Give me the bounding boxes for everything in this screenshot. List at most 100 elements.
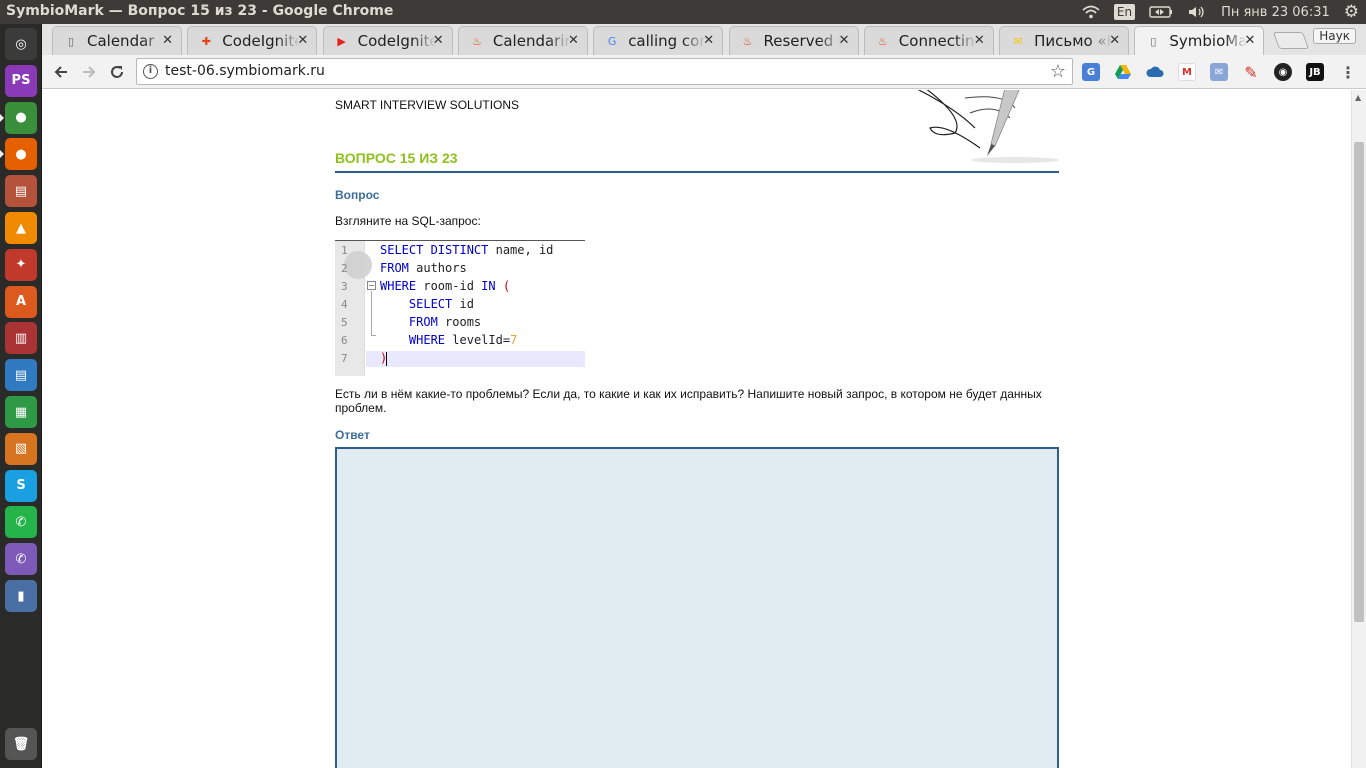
code-token: room-id [423,279,482,293]
ubuntu-dash-icon[interactable]: ◎ [5,28,37,60]
heading-divider [335,171,1059,173]
problem-text-line2: проблем. [335,401,387,415]
volume-icon[interactable] [1187,0,1207,24]
tab-close-icon[interactable]: ✕ [974,33,985,48]
viber-icon[interactable]: ✆ [5,543,37,576]
code-token: WHERE [380,279,424,293]
active-line-highlight [366,351,585,367]
tab-close-icon[interactable]: ✕ [703,33,714,48]
tab-close-icon[interactable]: ✕ [568,33,579,48]
code-line: ) [380,351,387,365]
chrome-menu-icon[interactable]: ⋮ [1340,63,1356,82]
page-viewport: SMART INTERVIEW SOLUTIONS ВОПРОС 15 ИЗ 2… [42,90,1366,768]
forward-arrow-icon[interactable] [79,62,99,82]
site-info-icon[interactable]: i [143,64,158,79]
bookmark-star-icon[interactable]: ☆ [1050,61,1066,82]
gmail-icon[interactable]: M [1178,63,1196,81]
tab-close-icon[interactable]: ✕ [162,33,173,48]
keyboard-layout-indicator[interactable]: En [1113,0,1136,24]
address-bar[interactable]: i test-06.symbiomark.ru ☆ [136,58,1073,85]
line-number: 6 [341,334,348,347]
battery-icon[interactable] [1149,0,1173,24]
settings-icon[interactable]: ✦ [5,248,37,281]
sql-code-editor[interactable]: − 1 SELECT DISTINCT name, id 2 FROM authors… [335,240,585,376]
address-url[interactable]: test-06.symbiomark.ru [165,63,325,79]
fold-guide [371,291,372,335]
line-number: 3 [341,280,348,293]
chrome-icon[interactable]: ● [5,101,37,134]
scroll-up-arrow-icon[interactable]: ▲ [1355,93,1361,102]
cloud-icon[interactable] [1146,63,1164,81]
tab-close-icon[interactable]: ✕ [297,33,308,48]
skype-icon[interactable]: S [5,469,37,502]
page-scrollbar[interactable]: ▲ [1351,90,1366,768]
new-tab-button[interactable] [1272,32,1310,49]
code-line: FROM authors [380,261,467,275]
phpstorm-icon[interactable]: PS [5,64,37,97]
files-icon[interactable]: ▤ [5,175,37,208]
code-token: 7 [510,333,518,347]
trash-icon[interactable]: 🗑 [5,728,37,760]
tab-label: Calendaring [492,32,571,50]
reload-icon[interactable] [107,62,127,82]
site-tagline: SMART INTERVIEW SOLUTIONS [335,98,520,112]
gear-icon[interactable]: ⚙ [1344,0,1359,24]
tab-9[interactable]: ▯ SymbioMark✕ [1134,26,1265,55]
google-drive-icon[interactable] [1114,63,1132,81]
tab-6[interactable]: ♨ Reserved N ✕ [728,26,859,55]
question-label: Вопрос [335,188,380,202]
tab-3[interactable]: ▶ CodeIgniter✕ [322,26,453,55]
tab-close-icon[interactable]: ✕ [1244,33,1255,48]
answer-textarea[interactable] [335,447,1059,768]
color-picker-icon[interactable]: ◉ [1274,63,1292,81]
clock[interactable]: Пн янв 23 06:31 [1221,0,1330,24]
window-title: SymbioMark — Вопрос 15 из 23 - Google Ch… [6,3,394,19]
vlc-icon[interactable]: ▲ [5,212,37,244]
tab-label: Reserved N [763,32,842,50]
tab-close-icon[interactable]: ✕ [1109,33,1120,48]
pen-illustration [895,90,1059,168]
tab-label: SymbioMark [1169,32,1248,50]
answer-label: Ответ [335,428,370,442]
tab-close-icon[interactable]: ✕ [839,33,850,48]
system-top-bar: SymbioMark — Вопрос 15 из 23 - Google Ch… [0,0,1366,24]
back-arrow-icon[interactable] [51,62,71,82]
scroll-thumb[interactable] [1354,142,1364,622]
code-token: SELECT DISTINCT [380,243,496,257]
tab-4[interactable]: ♨ Calendaring✕ [457,26,588,55]
line-number: 1 [341,244,348,257]
code-token: rooms [445,315,482,329]
profile-button[interactable]: Наук [1313,28,1356,44]
ruler-icon[interactable]: ▮ [5,580,37,612]
code-token: id [459,297,474,311]
tab-close-icon[interactable]: ✕ [433,33,444,48]
calc-icon[interactable]: ▦ [5,396,37,428]
google-translate-icon[interactable]: G [1082,63,1100,81]
tab-8[interactable]: ✉ Письмо «Н ✕ [999,26,1130,55]
firefox-icon[interactable]: ● [5,138,37,171]
whatsapp-icon[interactable]: ✆ [5,506,37,539]
tab-2[interactable]: ✚ CodeIgniter✕ [187,26,318,55]
mail-envelope-icon[interactable]: ✉ [1210,63,1228,81]
software-center-icon[interactable]: A [5,285,37,318]
code-token: name, id [495,243,554,257]
system-monitor-icon[interactable]: ▥ [5,322,37,355]
code-line: SELECT DISTINCT name, id [380,243,553,257]
writer-icon[interactable]: ▤ [5,359,37,392]
wifi-icon[interactable] [1082,0,1100,24]
fold-guide-end [371,335,376,336]
fold-toggle-icon[interactable]: − [367,281,376,290]
impress-icon[interactable]: ▧ [5,432,37,465]
tab-5[interactable]: Gcalling con ✕ [593,26,724,55]
line-number: 2 [341,262,348,275]
flame-icon: ♨ [742,34,753,48]
running-indicator [0,113,4,122]
system-tray: En Пн янв 23 06:31 ⚙ [1075,0,1366,24]
code-token: levelId= [452,333,511,347]
page-icon: ▯ [1150,34,1157,48]
tab-7[interactable]: ♨ Connecting ✕ [863,26,994,55]
pen-icon[interactable]: ✎ [1242,63,1260,82]
jetbrains-icon[interactable]: JB [1306,63,1324,81]
tab-1[interactable]: ▯ Calendar ✕ [52,26,182,55]
